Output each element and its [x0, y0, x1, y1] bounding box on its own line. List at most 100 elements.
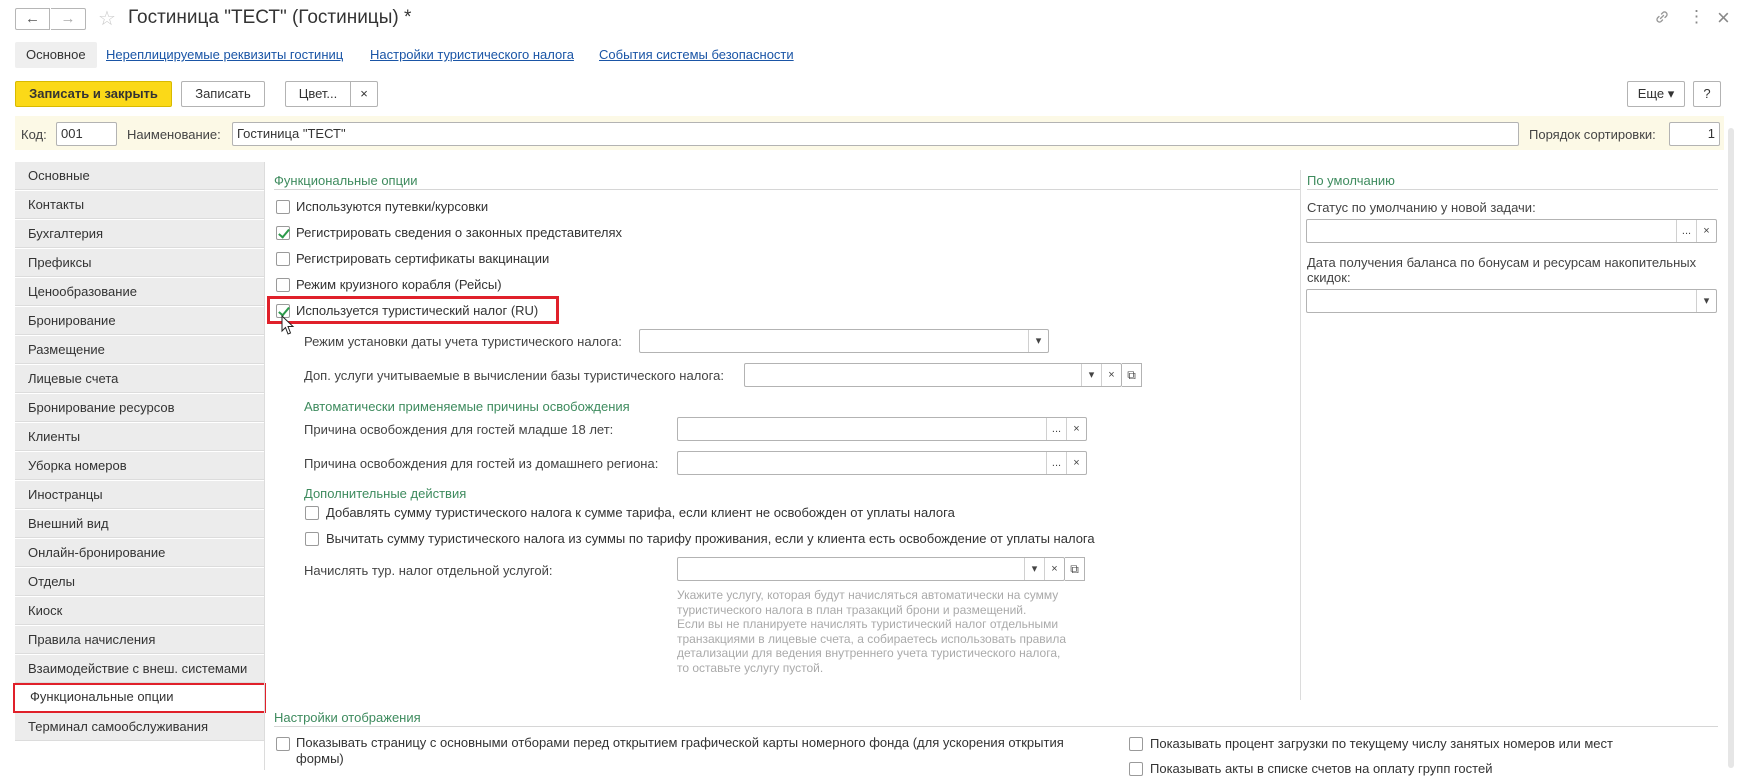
nav-item[interactable]: Взаимодействие с внеш. системами — [15, 655, 264, 683]
window-title: Гостиница "ТЕСТ" (Гостиницы) * — [128, 7, 412, 28]
nav-item-functional-options[interactable]: Функциональные опции — [13, 683, 266, 713]
clear-icon[interactable]: × — [1044, 558, 1064, 580]
nav-item[interactable]: Терминал самообслуживания — [15, 713, 264, 741]
color-clear-button[interactable]: × — [350, 81, 378, 107]
code-label: Код: — [21, 127, 47, 142]
checkbox-show-load-percent[interactable] — [1129, 737, 1143, 751]
nav-item[interactable]: Бухгалтерия — [15, 220, 264, 248]
defaults-title: По умолчанию — [1307, 173, 1395, 188]
nav-item[interactable]: Размещение — [15, 336, 264, 364]
nav-item[interactable]: Отделы — [15, 568, 264, 596]
add-to-tariff-label: Добавлять сумму туристического налога к … — [326, 505, 955, 520]
checkbox-vouchers[interactable] — [276, 200, 290, 214]
checkbox-cruise-mode[interactable] — [276, 278, 290, 292]
nav-item[interactable]: Лицевые счета — [15, 365, 264, 393]
arrow-right-icon: → — [60, 10, 76, 27]
task-status-label: Статус по умолчанию у новой задачи: — [1307, 200, 1536, 215]
arrow-left-icon: ← — [25, 10, 40, 27]
home-region-label: Причина освобождения для гостей из домаш… — [304, 456, 659, 471]
functional-options-title: Функциональные опции — [274, 173, 418, 188]
sort-order-input[interactable]: 1 — [1669, 122, 1720, 146]
nav-item[interactable]: Внешний вид — [15, 510, 264, 538]
separate-service-label: Начислять тур. налог отдельной услугой: — [304, 563, 553, 578]
nav-item[interactable]: Уборка номеров — [15, 452, 264, 480]
name-label: Наименование: — [127, 127, 221, 142]
extra-services-label: Доп. услуги учитываемые в вычислении баз… — [304, 368, 724, 383]
checkbox-show-acts[interactable] — [1129, 762, 1143, 776]
clear-icon[interactable]: × — [1696, 220, 1716, 242]
back-button[interactable]: ← — [15, 8, 50, 30]
favorite-star-icon[interactable]: ☆ — [98, 6, 116, 31]
help-button[interactable]: ? — [1693, 81, 1721, 107]
option-label: Используется туристический налог (RU) — [296, 303, 539, 318]
option-label: Регистрировать сертификаты вакцинации — [296, 251, 550, 266]
option-label: Используются путевки/курсовки — [296, 199, 489, 214]
exemptions-title: Автоматически применяемые причины освобо… — [304, 399, 630, 414]
dropdown-icon[interactable]: ▾ — [1696, 290, 1716, 312]
more-actions-icon[interactable]: ⋮ — [1688, 7, 1705, 27]
nav-item[interactable]: Ценообразование — [15, 278, 264, 306]
open-icon[interactable]: ⧉ — [1122, 363, 1142, 387]
dropdown-icon[interactable]: ▾ — [1081, 364, 1101, 386]
select-dots-icon[interactable]: ... — [1046, 452, 1066, 474]
select-dots-icon[interactable]: ... — [1676, 220, 1696, 242]
title-bar: ← → ☆ Гостиница "ТЕСТ" (Гостиницы) * ⋮ × — [0, 0, 1739, 38]
name-input[interactable]: Гостиница "ТЕСТ" — [232, 122, 1519, 146]
nav-item[interactable]: Основные — [15, 162, 264, 190]
extra-actions-title: Дополнительные действия — [304, 486, 467, 501]
more-button[interactable]: Еще ▾ — [1627, 81, 1685, 107]
tax-service-hint: Укажите услугу, которая будут начислятьс… — [677, 588, 1067, 675]
checkbox-add-to-tariff[interactable] — [305, 506, 319, 520]
dropdown-icon[interactable]: ▾ — [1028, 330, 1048, 352]
link-icon[interactable] — [1654, 9, 1670, 30]
clear-icon[interactable]: × — [1101, 364, 1121, 386]
tab-security-events[interactable]: События системы безопасности — [599, 42, 794, 68]
nav-item[interactable]: Бронирование ресурсов — [15, 394, 264, 422]
close-icon[interactable]: × — [1717, 5, 1730, 31]
color-button[interactable]: Цвет... — [285, 81, 351, 107]
nav-item[interactable]: Онлайн-бронирование — [15, 539, 264, 567]
nav-item[interactable]: Префиксы — [15, 249, 264, 277]
group-divider — [1307, 189, 1718, 190]
tab-tourist-tax[interactable]: Настройки туристического налога — [370, 42, 574, 68]
save-button[interactable]: Записать — [181, 81, 265, 107]
tab-main[interactable]: Основное — [15, 42, 97, 68]
separate-service-input[interactable]: ▾ × — [677, 557, 1065, 581]
open-icon[interactable]: ⧉ — [1065, 557, 1085, 581]
select-dots-icon[interactable]: ... — [1046, 418, 1066, 440]
extra-services-input[interactable]: ▾ × — [744, 363, 1122, 387]
scrollbar-thumb[interactable] — [1728, 128, 1734, 768]
code-input[interactable]: 001 — [56, 122, 117, 146]
nav-item[interactable]: Киоск — [15, 597, 264, 625]
mouse-cursor-icon — [281, 315, 295, 335]
checkbox-subtract-from-tariff[interactable] — [305, 532, 319, 546]
under18-label: Причина освобождения для гостей младше 1… — [304, 422, 614, 437]
display-settings-title: Настройки отображения — [274, 710, 421, 725]
under18-input[interactable]: ... × — [677, 417, 1087, 441]
show-filters-page-label: Показывать страницу с основными отборами… — [296, 735, 1064, 766]
checkbox-show-filters-page[interactable] — [276, 737, 290, 751]
dropdown-icon[interactable]: ▾ — [1024, 558, 1044, 580]
checkbox-legal-representatives[interactable] — [276, 226, 290, 240]
home-region-input[interactable]: ... × — [677, 451, 1087, 475]
nav-item[interactable]: Клиенты — [15, 423, 264, 451]
nav-divider — [264, 162, 265, 770]
nav-item[interactable]: Контакты — [15, 191, 264, 219]
tax-date-mode-select[interactable]: ▾ — [639, 329, 1049, 353]
vertical-scrollbar[interactable] — [1725, 118, 1737, 770]
nav-item[interactable]: Иностранцы — [15, 481, 264, 509]
tab-nonreplicated[interactable]: Нереплицируемые реквизиты гостиниц — [106, 42, 343, 68]
bonus-balance-select[interactable]: ▾ — [1306, 289, 1717, 313]
save-and-close-button[interactable]: Записать и закрыть — [15, 81, 172, 107]
nav-item[interactable]: Правила начисления — [15, 626, 264, 654]
nav-item[interactable]: Бронирование — [15, 307, 264, 335]
checkbox-vaccination[interactable] — [276, 252, 290, 266]
tax-date-mode-label: Режим установки даты учета туристическог… — [304, 334, 622, 349]
task-status-input[interactable]: ... × — [1306, 219, 1717, 243]
show-acts-label: Показывать акты в списке счетов на оплат… — [1150, 761, 1493, 776]
forward-button[interactable]: → — [51, 8, 86, 30]
column-divider — [1300, 170, 1301, 700]
option-label: Регистрировать сведения о законных предс… — [296, 225, 623, 240]
clear-icon[interactable]: × — [1066, 452, 1086, 474]
clear-icon[interactable]: × — [1066, 418, 1086, 440]
